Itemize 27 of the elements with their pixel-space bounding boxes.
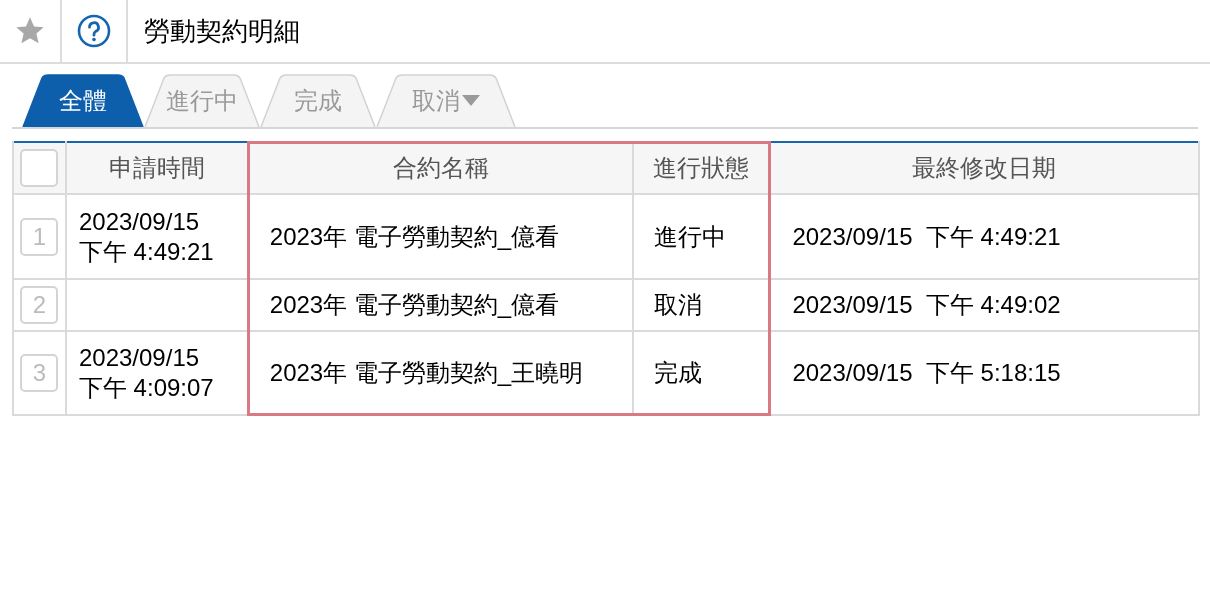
table-cell-text: 2023/09/15	[78, 206, 201, 237]
checkbox[interactable]	[20, 149, 59, 187]
table-cell: 2023年 電子勞動契約_王曉明	[269, 359, 584, 386]
table-cell-text: 下午 4:09:07	[78, 373, 215, 403]
table-cell: 2023/09/15 下午 5:18:15	[792, 359, 1061, 386]
column-header: 最終修改日期	[912, 154, 1057, 181]
table-cell: 2023/09/15 下午 4:49:02	[792, 291, 1061, 318]
table-cell: 進行中	[653, 222, 726, 250]
table-cell: 2023年 電子勞動契約_億看	[269, 291, 560, 318]
tab[interactable]: 全體	[22, 74, 144, 127]
help-icon[interactable]	[77, 14, 111, 48]
column-header: 申請時間	[109, 154, 206, 181]
row-number: 3	[20, 354, 59, 392]
table-cell: 2023/09/15 下午 4:49:21	[792, 222, 1061, 250]
table-cell: 取消	[653, 291, 702, 318]
tab[interactable]: 進行中	[144, 74, 260, 127]
table-cell: 完成	[653, 359, 702, 386]
table-cell: 2023年 電子勞動契約_億看	[269, 222, 560, 250]
page-title: 勞動契約明細	[144, 14, 300, 48]
column-header: 進行狀態	[653, 154, 750, 181]
row-number: 1	[20, 217, 59, 256]
tab[interactable]: 取消	[376, 74, 516, 127]
table-cell-text: 2023/09/15	[78, 343, 201, 373]
table-cell-text: 下午 4:49:21	[78, 236, 215, 267]
column-header: 合約名稱	[392, 154, 489, 181]
row-number: 2	[20, 286, 59, 324]
tab[interactable]: 完成	[260, 74, 376, 127]
